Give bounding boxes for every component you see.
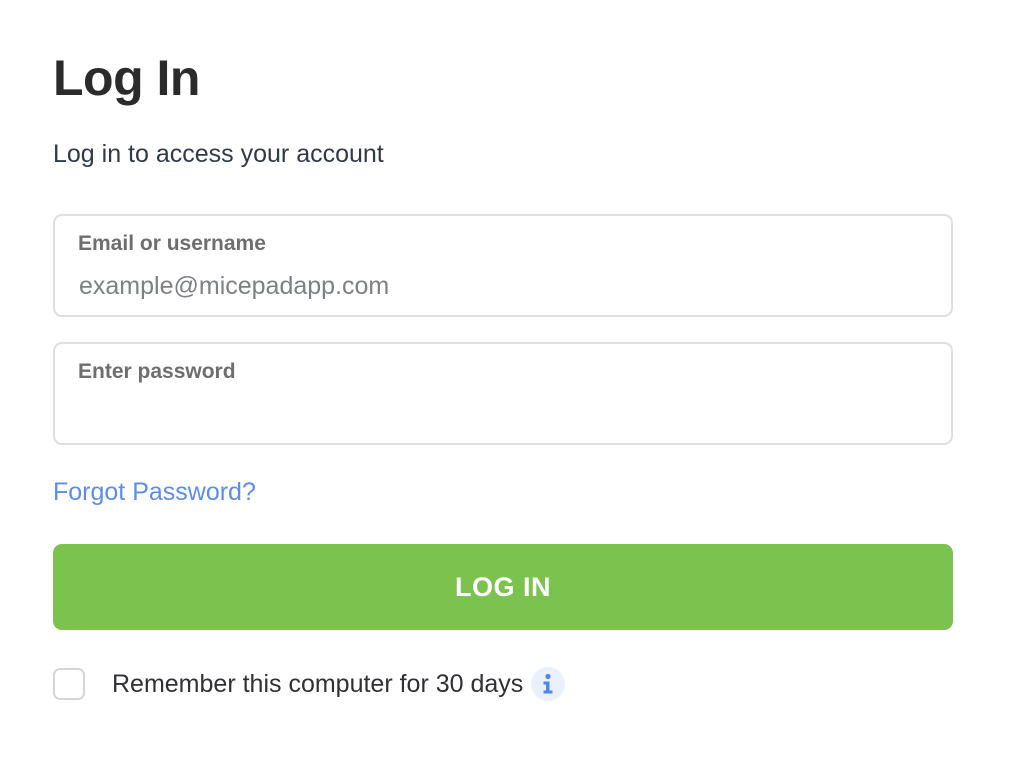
page-title: Log In (53, 50, 200, 106)
login-page: Log In Log in to access your account Ema… (0, 0, 1011, 765)
login-button[interactable]: LOG IN (53, 544, 953, 630)
email-field[interactable]: Email or username (53, 214, 953, 317)
email-field-label: Email or username (78, 232, 266, 255)
info-icon-glyph (543, 673, 553, 694)
email-input[interactable] (79, 268, 919, 304)
page-subtitle: Log in to access your account (53, 140, 384, 168)
remember-me-row: Remember this computer for 30 days (53, 666, 566, 702)
forgot-password-link[interactable]: Forgot Password? (53, 476, 256, 508)
remember-me-checkbox[interactable] (53, 668, 85, 700)
password-field[interactable]: Enter password (53, 342, 953, 445)
password-field-label: Enter password (78, 360, 236, 383)
remember-me-label[interactable]: Remember this computer for 30 days (112, 668, 523, 700)
info-icon[interactable] (531, 667, 566, 701)
password-input[interactable] (79, 396, 919, 432)
